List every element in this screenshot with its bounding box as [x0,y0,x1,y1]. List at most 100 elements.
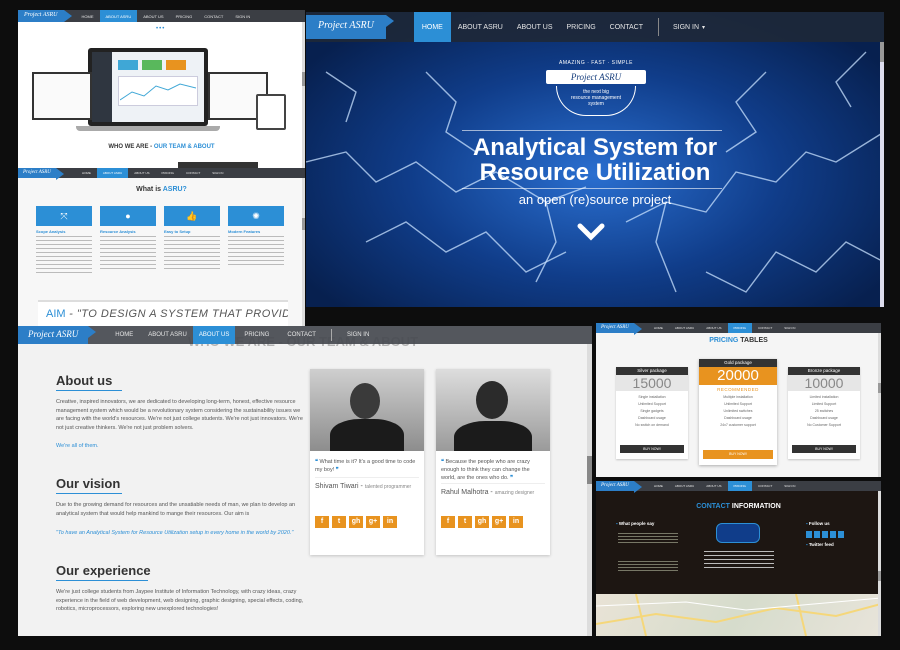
feature-text-resource [100,236,156,272]
linkedin-icon[interactable]: in [383,516,397,528]
hero-nav-pricing[interactable]: PRICING [559,12,602,42]
contact-title: CONTACT INFORMATION [696,503,781,510]
nav-contact-2[interactable]: CONTACT [180,168,206,178]
thumb-scrollbar-2[interactable] [302,178,305,326]
pricing-nav-bar: Project ASRU HOME ABOUT ASRU ABOUT US PR… [596,323,881,335]
hero-scrollbar[interactable] [880,42,884,307]
laptop-mockup [88,48,208,126]
contact-nav-about-asru[interactable]: ABOUT ASRU [669,481,700,491]
package-price: 10000 [788,375,860,391]
about-nav-about-us[interactable]: ABOUT US [192,326,236,344]
facebook-icon[interactable]: f [315,516,329,528]
nav-pricing-2[interactable]: PRICING [156,168,181,178]
feature-title-resource: Resource Analysis [100,229,136,234]
github-icon[interactable]: gh [475,516,489,528]
expand-icon: ⤧ [60,211,68,221]
facebook-icon[interactable]: f [441,516,455,528]
twitter-icon[interactable]: t [332,516,346,528]
pricing-nav-about-asru[interactable]: ABOUT ASRU [669,323,700,333]
contact-nav-sign-in[interactable]: SIGN IN [778,481,801,491]
pricing-nav-about-us[interactable]: ABOUT US [700,323,727,333]
contact-nav-pricing[interactable]: PRICING [727,481,753,491]
vision-quote: "To have an Analytical System for Resour… [56,530,294,536]
about-nav-about-asru[interactable]: ABOUT ASRU [142,326,193,344]
hero-badge: AMAZING · FAST · SIMPLE Project ASRU the… [538,60,654,132]
pricing-nav-home[interactable]: HOME [648,323,669,333]
nav-home-2[interactable]: HOME [76,168,97,178]
feature-box-scope[interactable]: ⤧ [36,206,92,226]
contact-nav-about-us[interactable]: ABOUT US [700,481,727,491]
nav-sign-in[interactable]: SIGN IN [229,10,256,22]
about-us-screen: WHO WE ARE - OUR TEAM & ABOUT Project AS… [18,326,592,636]
pricing-nav-sign-in[interactable]: SIGN IN [778,323,801,333]
nav-about-us-2[interactable]: ABOUT US [128,168,155,178]
nav-about-us[interactable]: ABOUT US [137,10,169,22]
nav-sign-in-2[interactable]: SIGN IN [206,168,229,178]
contact-details [704,551,774,571]
social-buttons: f t gh g+ in [315,510,400,528]
hero-nav-home[interactable]: HOME [413,12,451,42]
team-quote: ❝ Because the people who are crazy enoug… [441,459,530,481]
feature-box-setup[interactable]: 👍 [164,206,220,226]
about-heading: About us [56,373,113,388]
nav-about-asru-2[interactable]: ABOUT ASRU [96,168,129,178]
pricing-logo[interactable]: Project ASRU [596,323,642,335]
about-nav-sign-in[interactable]: SIGN IN [338,326,378,344]
logo-2[interactable]: Project ASRU [18,168,64,180]
pricing-nav-pricing[interactable]: PRICING [727,323,753,333]
contact-logo[interactable]: Project ASRU [596,481,642,493]
hero-nav-contact[interactable]: CONTACT [603,12,650,42]
social-follow-icons[interactable] [806,531,846,538]
experience-text: We're just college students from Jaypee … [56,589,304,612]
about-nav-divider [330,329,332,341]
hero-logo[interactable]: Project ASRU [306,15,394,39]
logo[interactable]: Project ASRU [18,10,71,22]
twitter-icon[interactable]: t [458,516,472,528]
map-strip[interactable] [596,594,881,636]
slider-dots[interactable]: ••• [156,26,165,32]
linkedin-icon[interactable]: in [509,516,523,528]
about-nav-pricing[interactable]: PRICING [235,326,278,344]
hero-title-line2: Resource Utilization [479,159,711,186]
hero-nav-about-asru[interactable]: ABOUT ASRU [451,12,510,42]
feature-item: No Customer Support [807,423,841,427]
feature-box-resource[interactable]: ● [100,206,156,226]
feature-item: Single gadgets [640,409,664,413]
feature-box-modern[interactable]: ✺ [228,206,284,226]
pricing-screen: Project ASRU HOME ABOUT ASRU ABOUT US PR… [596,323,881,477]
nav-contact[interactable]: CONTACT [198,10,229,22]
buy-now-button[interactable]: BUY NOW! [703,450,773,459]
nav-home[interactable]: HOME [76,10,100,22]
feature-title-modern: Modern Features [228,229,261,234]
pricing-scrollbar[interactable] [878,333,881,477]
google-plus-icon[interactable]: g+ [492,516,506,528]
about-heading-underline [56,390,122,391]
thumb-section-title: WHO WE ARE - OUR TEAM & ABOUT [108,144,215,150]
contact-scrollbar[interactable] [878,491,881,636]
about-link[interactable]: We're all of them. [56,443,99,449]
pricing-title: PRICING TABLES [709,337,768,344]
pricing-nav-contact[interactable]: CONTACT [752,323,778,333]
nav-pricing[interactable]: PRICING [170,10,199,22]
spinner-icon: ✺ [252,211,260,221]
about-nav-home[interactable]: HOME [106,326,142,344]
google-plus-icon[interactable]: g+ [366,516,380,528]
scroll-down-chevron-icon[interactable] [576,222,606,244]
buy-now-button[interactable]: BUY NOW! [620,445,684,453]
github-icon[interactable]: gh [349,516,363,528]
thumb-nav-bar: Project ASRU HOME ABOUT ASRU ABOUT US PR… [18,10,305,22]
about-scrollbar[interactable] [587,344,592,636]
hero-nav-about-us[interactable]: ABOUT US [510,12,560,42]
aim-label: AIM [46,308,66,320]
feature-text-setup [164,236,220,272]
vision-heading-underline [56,493,122,494]
buy-now-button[interactable]: BUY NOW! [792,445,856,453]
about-logo[interactable]: Project ASRU [18,326,97,344]
contact-nav-home[interactable]: HOME [648,481,669,491]
about-nav-contact[interactable]: CONTACT [278,326,325,344]
hero-nav-sign-in[interactable]: SIGN IN ▾ [667,12,711,42]
contact-nav-contact[interactable]: CONTACT [752,481,778,491]
thumb-scrollbar[interactable] [302,22,305,177]
nav-about-asru[interactable]: ABOUT ASRU [99,10,138,22]
about-text: Creative, inspired innovators, we are de… [56,399,303,431]
